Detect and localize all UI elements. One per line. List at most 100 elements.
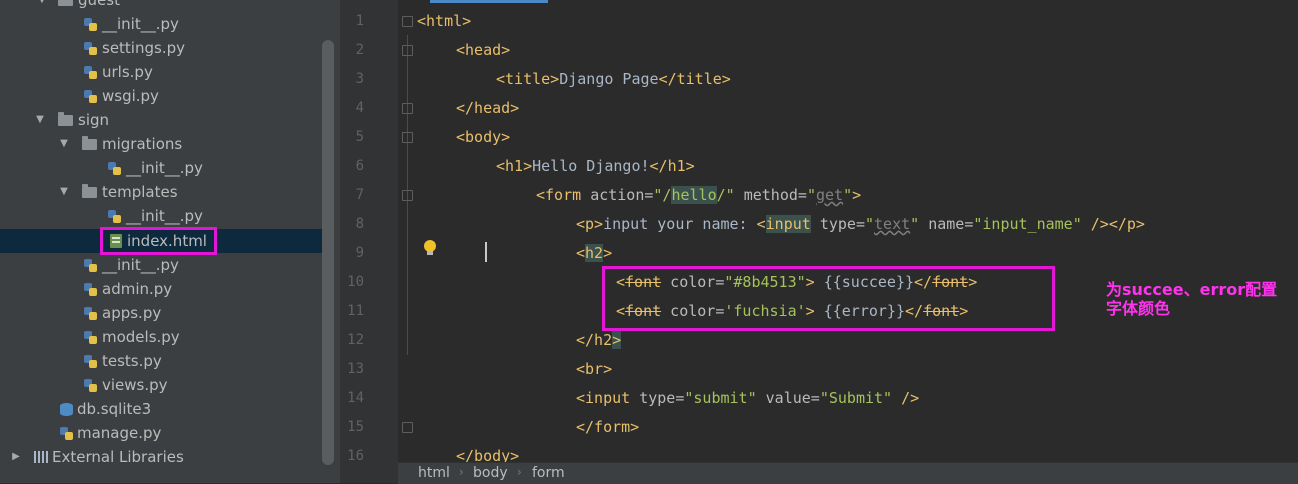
tree-item-label: __init__.py (126, 207, 203, 225)
text-cursor (485, 242, 487, 262)
python-file-icon (108, 210, 121, 223)
code-token: </h1> (649, 157, 695, 175)
tree-item-migrations[interactable]: ▼ migrations (0, 132, 330, 156)
folder-icon (58, 0, 73, 6)
code-token: <html> (417, 12, 472, 30)
code-line-9[interactable]: <h2> (576, 239, 612, 268)
fold-marker-icon[interactable] (402, 103, 413, 114)
code-line-3[interactable]: <title>Django Page</title> (496, 65, 731, 94)
tree-item-manage-py[interactable]: manage.py (0, 421, 330, 445)
fold-marker-icon[interactable] (402, 45, 413, 56)
tree-item-models-py[interactable]: models.py (0, 325, 330, 349)
code-token: <form (536, 186, 591, 204)
code-token: get (815, 186, 844, 204)
tree-item-guest[interactable]: ▼ guest (0, 0, 330, 12)
fold-marker-icon[interactable] (402, 132, 413, 143)
python-file-icon (84, 18, 97, 31)
code-token: > (852, 186, 862, 204)
code-line-7[interactable]: <form action="/hello/" method="get"> (536, 181, 861, 210)
tree-item-apps-py[interactable]: apps.py (0, 301, 330, 325)
code-line-2[interactable]: <head> (456, 36, 510, 65)
fold-marker-icon[interactable] (402, 16, 413, 27)
code-token: <br> (576, 360, 613, 378)
code-token: > (603, 244, 613, 262)
python-file-icon (84, 283, 97, 296)
line-number: 12 (347, 332, 364, 348)
folder-icon (58, 112, 73, 126)
breadcrumb-item-html[interactable]: html (418, 465, 450, 481)
chevron-right-icon[interactable]: ▶ (10, 445, 22, 469)
tree-item-views-py[interactable]: views.py (0, 373, 330, 397)
code-line-14[interactable]: <input type="submit" value="Submit" /> (576, 384, 919, 413)
code-token: Hello Django! (532, 157, 650, 175)
annotation-box-index-html (100, 227, 217, 255)
tree-item-label: migrations (102, 135, 183, 153)
python-file-icon (84, 90, 97, 103)
tree-item-urls-py[interactable]: urls.py (0, 60, 330, 84)
code-token: type= (810, 215, 865, 233)
code-token: <body> (456, 128, 511, 146)
code-token: </h2 (576, 331, 613, 349)
code-token: type= (639, 389, 685, 407)
line-number: 16 (347, 448, 364, 464)
python-file-icon (84, 379, 97, 392)
annotation-note: 为succee、error配置 字体颜色 (1106, 280, 1291, 318)
tree-item-label: settings.py (102, 39, 185, 57)
line-number: 1 (355, 13, 364, 29)
code-line-13[interactable]: <br> (576, 355, 612, 384)
code-token: name= (919, 215, 974, 233)
code-token: > (612, 331, 622, 349)
code-token: </p> (1108, 215, 1145, 233)
tree-item-settings-py[interactable]: settings.py (0, 36, 330, 60)
tree-item-external-libraries[interactable]: ▶ External Libraries (0, 445, 330, 469)
tree-item-sign[interactable]: ▼ sign (0, 108, 330, 132)
tree-item-label: templates (102, 183, 178, 201)
code-token: < (756, 215, 766, 233)
breadcrumb-item-form[interactable]: form (532, 465, 565, 481)
code-line-8[interactable]: <p>input your name: <input type="text" n… (576, 210, 1145, 239)
code-token: method= (734, 186, 807, 204)
breadcrumb-item-body[interactable]: body (473, 465, 508, 481)
lightbulb-icon[interactable] (424, 240, 436, 255)
annotation-box-font-lines (602, 266, 1055, 331)
chevron-down-icon[interactable]: ▼ (34, 108, 46, 132)
code-token: <h1> (496, 157, 533, 175)
code-line-5[interactable]: <body> (456, 123, 510, 152)
tree-item-init-py[interactable]: __init__.py (0, 253, 330, 277)
line-number: 14 (347, 390, 364, 406)
tree-item-admin-py[interactable]: admin.py (0, 277, 330, 301)
chevron-down-icon[interactable]: ▼ (58, 180, 70, 204)
fold-marker-icon[interactable] (402, 422, 413, 433)
code-line-15[interactable]: </form> (576, 413, 639, 442)
code-token: " (843, 186, 853, 204)
chevron-down-icon[interactable]: ▼ (58, 132, 70, 156)
tree-item-label: sign (78, 111, 110, 129)
tree-item-tests-py[interactable]: tests.py (0, 349, 330, 373)
chevron-right-icon: › (517, 465, 522, 479)
code-token: "Submit" (819, 389, 893, 407)
line-number: 4 (355, 100, 364, 116)
code-line-6[interactable]: <h1>Hello Django!</h1> (496, 152, 695, 181)
code-token: h2 (585, 244, 604, 262)
python-file-icon (108, 162, 121, 175)
tree-item-db-sqlite3[interactable]: db.sqlite3 (0, 397, 330, 421)
tree-item-init-py[interactable]: __init__.py (0, 204, 330, 228)
tree-item-label: manage.py (77, 424, 162, 442)
chevron-down-icon[interactable]: ▼ (36, 0, 48, 12)
fold-marker-icon[interactable] (402, 190, 413, 201)
python-file-icon (84, 42, 97, 55)
tree-item-wsgi-py[interactable]: wsgi.py (0, 84, 330, 108)
code-line-4[interactable]: </head> (456, 94, 519, 123)
tree-scrollbar[interactable] (322, 40, 334, 465)
active-tab-indicator (430, 0, 548, 3)
tree-item-init-py[interactable]: __init__.py (0, 12, 330, 36)
tree-item-templates[interactable]: ▼ templates (0, 180, 330, 204)
code-token: </title> (658, 70, 731, 88)
code-token: " (806, 186, 816, 204)
tree-item-init-py[interactable]: __init__.py (0, 156, 330, 180)
line-number: 5 (355, 129, 364, 145)
python-file-icon (84, 331, 97, 344)
tree-item-label: views.py (102, 376, 168, 394)
code-line-1[interactable]: <html> (417, 7, 471, 36)
code-token: " (865, 215, 875, 233)
